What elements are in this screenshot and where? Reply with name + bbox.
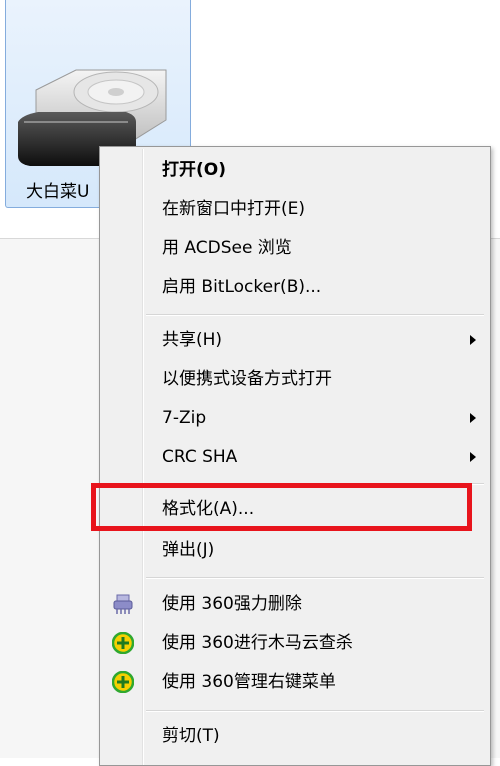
- menu-item-label: 使用 360进行木马云查杀: [162, 633, 353, 653]
- submenu-arrow-icon: [470, 452, 476, 462]
- menu-item-open-portable[interactable]: 以便携式设备方式打开: [102, 360, 488, 398]
- menu-item-360-force-delete[interactable]: 使用 360强力删除: [102, 585, 488, 623]
- drive-label: 大白菜U: [26, 182, 90, 202]
- menu-item-label: 在新窗口中打开(E): [162, 199, 306, 219]
- submenu-arrow-icon: [470, 413, 476, 423]
- menu-item-eject[interactable]: 弹出(J): [102, 531, 488, 569]
- submenu-arrow-icon: [470, 335, 476, 345]
- menu-item-open[interactable]: 打开(O): [102, 151, 488, 189]
- menu-item-360-manage-menu[interactable]: 使用 360管理右键菜单: [102, 663, 488, 701]
- menu-item-label: CRC SHA: [162, 447, 238, 467]
- menu-item-share[interactable]: 共享(H): [102, 321, 488, 359]
- menu-item-label: 启用 BitLocker(B)...: [162, 277, 322, 297]
- menu-item-label: 使用 360强力删除: [162, 594, 302, 614]
- shredder-icon: [113, 594, 133, 614]
- menu-item-bitlocker[interactable]: 启用 BitLocker(B)...: [102, 268, 488, 306]
- menu-item-label: 共享(H): [162, 330, 223, 350]
- menu-separator: [146, 314, 484, 316]
- menu-item-label: 打开(O): [162, 160, 226, 180]
- menu-item-360-trojan-scan[interactable]: 使用 360进行木马云查杀: [102, 624, 488, 662]
- menu-separator: [146, 710, 484, 712]
- menu-item-acdsee-browse[interactable]: 用 ACDSee 浏览: [102, 229, 488, 267]
- menu-item-label: 以便携式设备方式打开: [162, 369, 332, 389]
- menu-item-cut[interactable]: 剪切(T): [102, 717, 488, 755]
- 360-shield-icon: [112, 671, 134, 693]
- menu-item-label: 7-Zip: [162, 408, 207, 428]
- menu-item-open-new-window[interactable]: 在新窗口中打开(E): [102, 190, 488, 228]
- menu-separator: [146, 577, 484, 579]
- menu-item-label: 剪切(T): [162, 726, 220, 746]
- menu-item-label: 弹出(J): [162, 540, 215, 560]
- context-menu: 打开(O) 在新窗口中打开(E) 用 ACDSee 浏览 启用 BitLocke…: [99, 146, 491, 766]
- menu-item-label: 用 ACDSee 浏览: [162, 238, 292, 258]
- highlight-annotation: [91, 483, 472, 531]
- menu-item-crc-sha[interactable]: CRC SHA: [102, 438, 488, 476]
- menu-item-7zip[interactable]: 7-Zip: [102, 399, 488, 437]
- menu-item-label: 使用 360管理右键菜单: [162, 672, 336, 692]
- 360-shield-icon: [112, 632, 134, 654]
